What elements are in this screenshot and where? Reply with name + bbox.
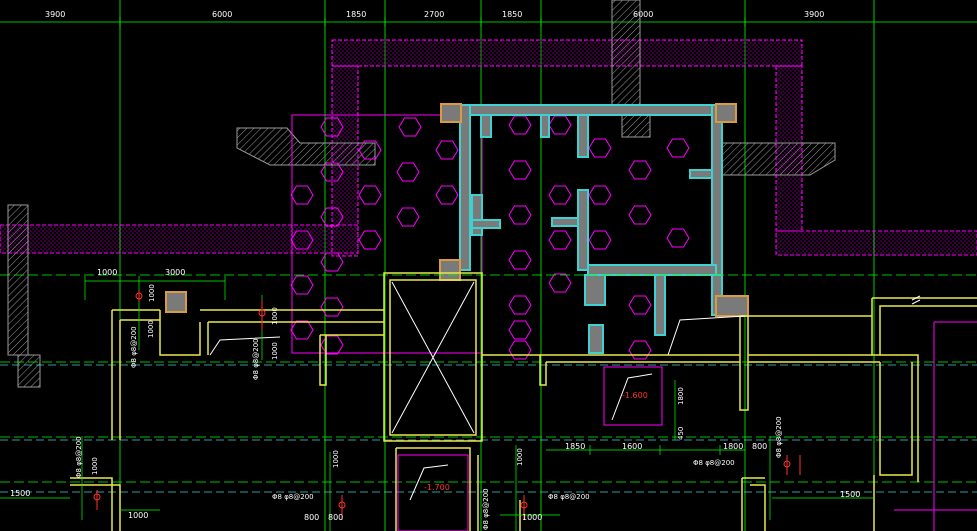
top-dim-label: 1850 [502, 10, 522, 19]
rebar-note: Φ8 φ8@200 [130, 326, 138, 368]
dim-label: 1000 [271, 307, 279, 325]
axis-grid-horizontal-cyan [0, 364, 977, 493]
top-dim-label: 3900 [45, 10, 65, 19]
level-label: -1.700 [424, 483, 450, 492]
dim-label: 1000 [332, 450, 340, 468]
dim-label: 450 [677, 427, 685, 440]
top-dimension-line [0, 17, 977, 27]
top-dim-label: 2700 [424, 10, 444, 19]
rebar-note: Φ8 φ8@200 [252, 338, 260, 380]
axis-grid-horizontal [0, 274, 977, 483]
dim-label: 1850 [565, 442, 585, 451]
top-dim-label: 6000 [212, 10, 232, 19]
dim-label: 1000 [97, 268, 117, 277]
slope-lines [209, 295, 921, 501]
cad-drawing: 3900 6000 1850 2700 1850 6000 3900 1000 … [0, 0, 977, 531]
dim-label: 1500 [840, 490, 860, 499]
dim-label: 1000 [522, 513, 542, 522]
dim-label: 1500 [10, 489, 30, 498]
dim-label: 800 [752, 442, 767, 451]
axis-grid-vertical [119, 0, 875, 531]
dim-label: 1000 [516, 448, 524, 466]
dim-label: 1000 [271, 342, 279, 360]
rebar-note: Φ8 φ8@200 [75, 436, 83, 478]
dim-label: 1000 [91, 457, 99, 475]
dim-label: 1800 [677, 387, 685, 405]
dim-label: 1000 [128, 511, 148, 520]
dim-label: 3000 [165, 268, 185, 277]
dim-label: 800 [304, 513, 319, 522]
top-dim-label: 3900 [804, 10, 824, 19]
dim-label: 800 [328, 513, 343, 522]
rebar-note: Φ8 φ8@200 [548, 493, 590, 501]
level-label: -1.600 [622, 391, 648, 400]
rebar-note: Φ8 φ8@200 [272, 493, 314, 501]
dim-label: 1000 [148, 284, 156, 302]
rebar-note: Φ8 φ8@200 [775, 416, 783, 458]
dim-label: 1600 [622, 442, 642, 451]
rebar-note: Φ8 φ8@200 [693, 459, 735, 467]
dim-label: 1800 [723, 442, 743, 451]
elevator-shaft [391, 281, 475, 434]
dim-label: 1000 [147, 320, 155, 338]
rebar-note: Φ8 φ8@200 [482, 488, 490, 530]
top-dim-label: 1850 [346, 10, 366, 19]
